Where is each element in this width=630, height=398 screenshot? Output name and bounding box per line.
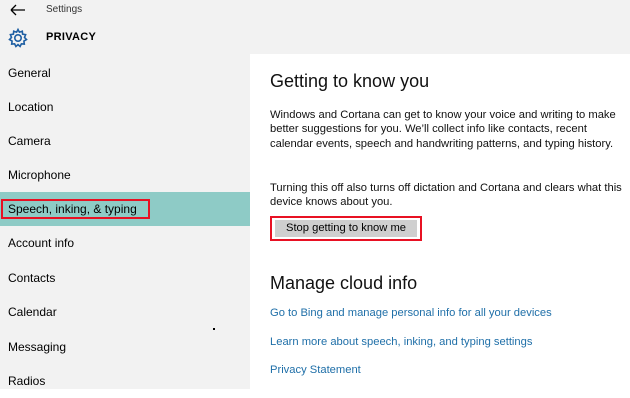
bing-manage-info-link[interactable]: Go to Bing and manage personal info for … <box>270 307 552 319</box>
privacy-statement-link[interactable]: Privacy Statement <box>270 364 361 376</box>
section-title-getting-to-know-you: Getting to know you <box>270 71 430 91</box>
title-bar: Settings <box>0 0 630 22</box>
sidebar-item-label: General <box>8 66 51 80</box>
learn-more-link[interactable]: Learn more about speech, inking, and typ… <box>270 336 532 348</box>
button-label: Stop getting to know me <box>275 220 417 237</box>
sidebar-item-messaging[interactable]: Messaging <box>0 330 250 364</box>
sidebar-item-radios[interactable]: Radios <box>0 364 250 398</box>
section-title-manage-cloud-info: Manage cloud info <box>270 273 418 293</box>
sidebar-item-camera[interactable]: Camera <box>0 124 250 158</box>
sidebar-item-label: Radios <box>8 374 46 388</box>
sidebar-item-location[interactable]: Location <box>0 90 250 124</box>
page-title: PRIVACY <box>46 31 97 43</box>
stop-getting-to-know-me-button[interactable]: Stop getting to know me <box>270 216 422 241</box>
sidebar-item-label: Account info <box>8 236 75 250</box>
gear-icon <box>8 27 28 48</box>
sidebar-item-label: Messaging <box>8 340 67 354</box>
sidebar-item-contacts[interactable]: Contacts <box>0 261 250 295</box>
sidebar-item-label: Contacts <box>8 271 56 285</box>
sidebar-item-label: Speech, inking, & typing <box>8 202 137 216</box>
sidebar-item-calendar[interactable]: Calendar <box>0 295 250 329</box>
section-note: Turning this off also turns off dictatio… <box>270 182 622 209</box>
sidebar-item-label: Camera <box>8 134 51 148</box>
sidebar-item-general[interactable]: General <box>0 56 250 90</box>
window-title: Settings <box>46 4 83 15</box>
sidebar-item-account-info[interactable]: Account info <box>0 226 250 260</box>
back-arrow-icon[interactable] <box>9 2 27 18</box>
sidebar-item-label: Calendar <box>8 305 57 319</box>
sidebar-item-speech-inking-typing[interactable]: Speech, inking, & typing <box>0 192 250 226</box>
page-header: PRIVACY <box>0 22 630 54</box>
cursor-dot <box>213 328 215 330</box>
sidebar-item-label: Microphone <box>8 168 71 182</box>
sidebar: General Location Camera Microphone Speec… <box>0 54 250 389</box>
section-description: Windows and Cortana can get to know your… <box>270 109 616 150</box>
sidebar-item-label: Location <box>8 100 54 114</box>
sidebar-item-microphone[interactable]: Microphone <box>0 158 250 192</box>
